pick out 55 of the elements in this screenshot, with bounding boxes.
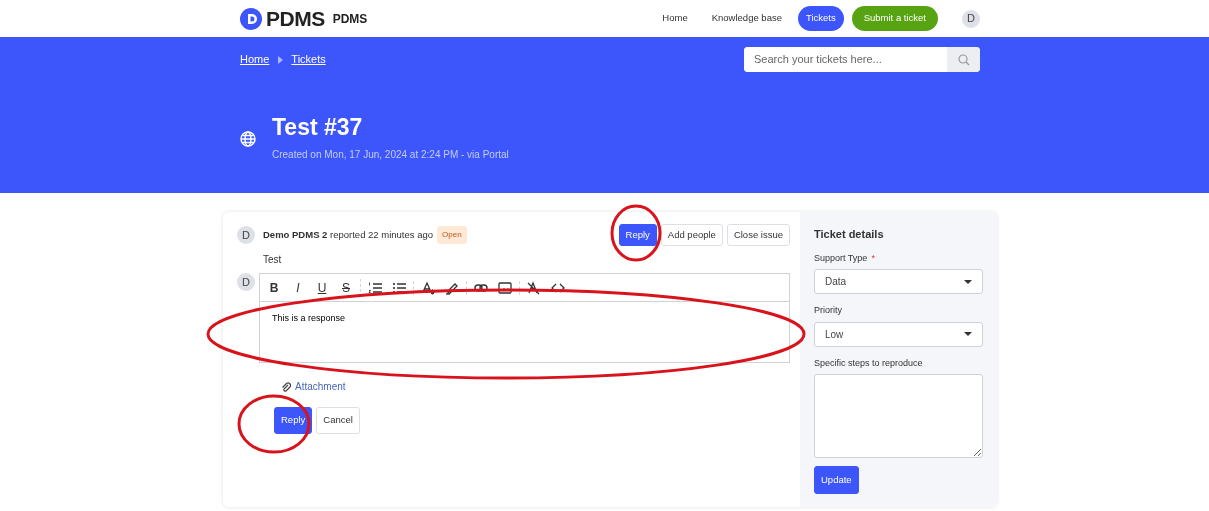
select-value: Low [825,327,844,342]
nav-link[interactable]: Knowledge base [703,6,790,31]
field-label: Priority [814,304,842,317]
cancel-button[interactable]: Cancel [316,407,360,434]
image-button[interactable] [497,280,513,295]
nav-link[interactable]: Tickets [797,6,844,31]
logo-icon [240,7,262,30]
clear-format-button[interactable] [526,280,542,295]
bullet-list-button[interactable] [391,280,407,295]
panel-title: Ticket details [814,227,885,242]
paperclip-icon [281,381,291,392]
update-button[interactable]: Update [814,466,859,495]
attachment-link[interactable]: Attachment [295,379,346,395]
ticket-meta: Created on Mon, 17 Jun, 2024 at 2:24 PM - via Portal [272,148,509,162]
search-icon [957,53,970,66]
italic-button[interactable]: I [290,278,306,297]
caret-icon [964,332,972,336]
field-label: Support Type [814,251,868,265]
required-mark: * [871,251,875,265]
strike-button[interactable]: S [338,278,354,297]
clear-format-icon [527,280,541,295]
user-avatar: D [237,273,255,292]
action-button[interactable]: Close issue [726,224,790,247]
bold-button[interactable]: B [266,278,282,297]
steps-field[interactable] [814,374,983,458]
reply-text-field[interactable]: This is a response [259,301,790,364]
nav-link[interactable]: Home [654,6,696,31]
breadcrumb-link[interactable]: Home [240,51,270,68]
action-button[interactable]: Add people [660,224,723,247]
ticket-title: Test #37 [272,116,364,139]
select-field[interactable]: Low [814,321,983,347]
brand-subtitle: PDMS [332,10,368,28]
bullet-list-icon [392,280,406,295]
ticket-message: Test [263,253,283,268]
breadcrumb-separator-icon [277,55,284,64]
underline-button[interactable]: U [314,278,330,297]
select-field[interactable]: Data [814,269,983,294]
globe-icon [240,131,256,147]
reply-button[interactable]: Reply [618,224,657,247]
ordered-list-icon [368,280,382,295]
reporter-avatar: D [237,226,255,245]
select-value: Data [825,275,847,289]
user-avatar[interactable]: D [962,9,980,28]
reporter-line: Demo PDMS 2 reported 22 minutes ago [263,228,434,243]
breadcrumb-link[interactable]: Tickets [291,51,326,68]
reply-button[interactable]: Reply [274,407,313,434]
field-label: Specific steps to reproduce [814,356,923,370]
ordered-list-button[interactable] [367,280,383,295]
image-icon [498,280,512,295]
search-field[interactable]: Search your tickets here... [744,47,980,72]
text-color-button[interactable] [420,280,436,295]
brand-name: PDMS [266,5,325,32]
status-badge: Open [437,226,467,245]
caret-icon [964,279,972,284]
text-color-icon [421,280,435,295]
